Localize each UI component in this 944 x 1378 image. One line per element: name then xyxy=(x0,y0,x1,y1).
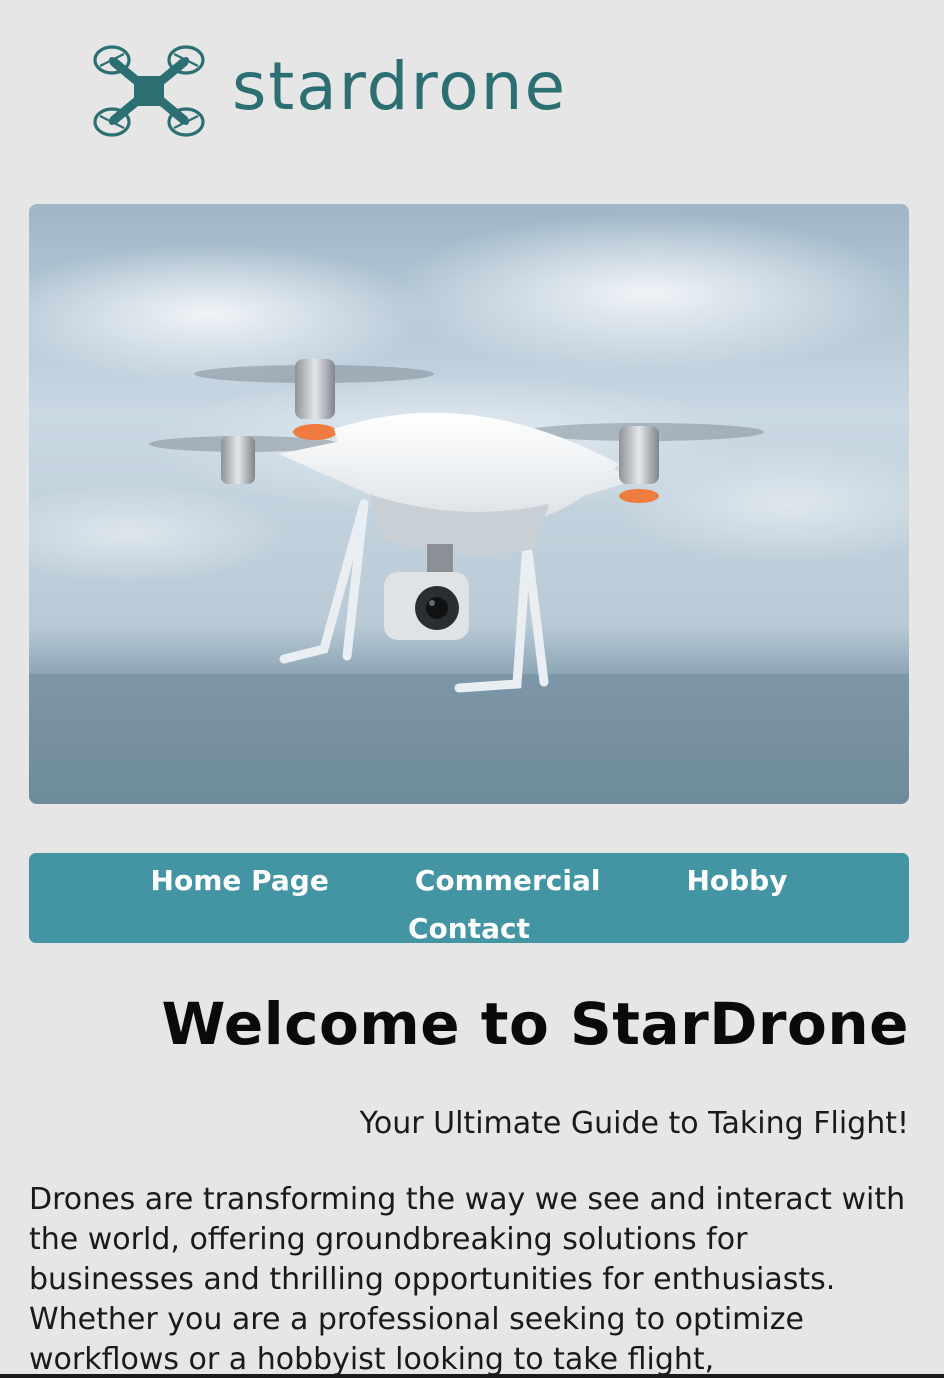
brand-name: stardrone xyxy=(232,48,568,125)
nav-hobby[interactable]: Hobby xyxy=(686,859,787,903)
site-logo[interactable]: stardrone xyxy=(92,44,567,138)
page: stardrone Home Page Commercial Hobby Con… xyxy=(0,0,944,1378)
nav-home-page[interactable]: Home Page xyxy=(151,859,329,903)
main-nav: Home Page Commercial Hobby Contact xyxy=(29,853,909,945)
page-subtitle: Your Ultimate Guide to Taking Flight! xyxy=(359,1106,909,1141)
nav-commercial[interactable]: Commercial xyxy=(415,859,601,903)
quadcopter-icon xyxy=(93,45,205,137)
page-title: Welcome to StarDrone xyxy=(161,990,909,1058)
drone-photo xyxy=(29,204,909,804)
hero-image xyxy=(29,204,909,804)
divider xyxy=(0,1374,944,1378)
nav-contact[interactable]: Contact xyxy=(408,907,530,951)
intro-paragraph: Drones are transforming the way we see a… xyxy=(29,1182,906,1377)
